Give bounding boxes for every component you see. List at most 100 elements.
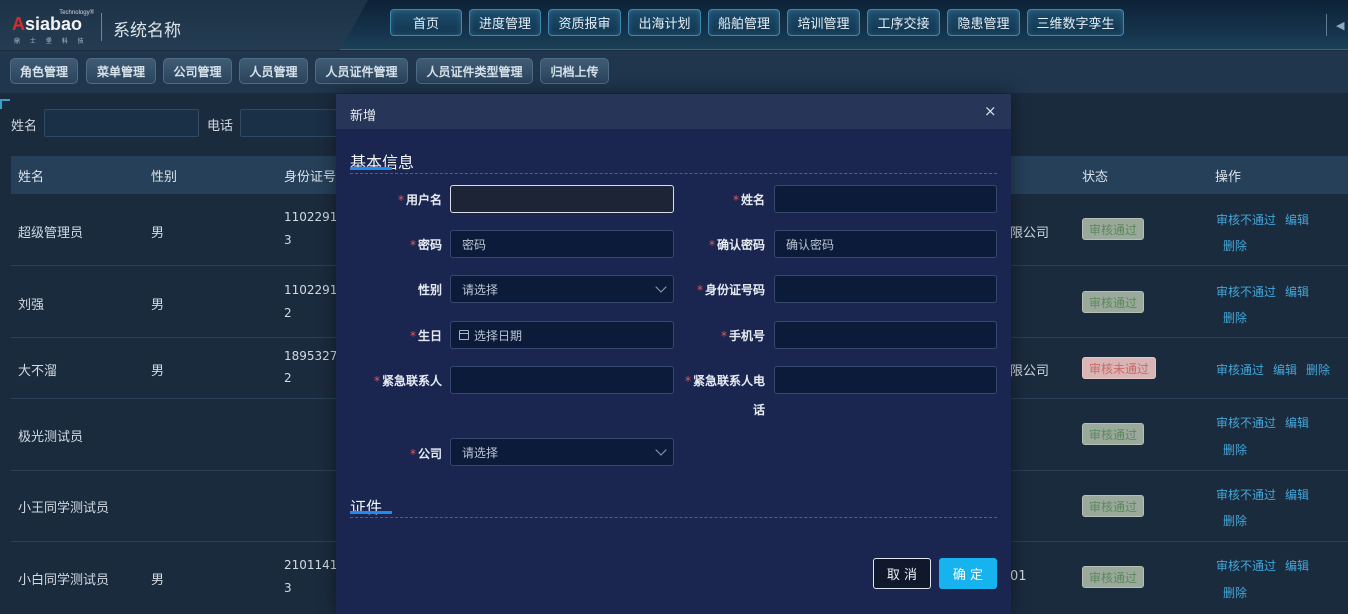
row-company: 限公司 — [1010, 226, 1050, 241]
emergency-phone-input[interactable] — [774, 366, 997, 394]
nav-hazard[interactable]: 隐患管理 — [947, 9, 1020, 36]
section-underline — [350, 167, 392, 170]
delete-link[interactable]: 删除 — [1223, 441, 1247, 458]
approve-link[interactable]: 审核通过 — [1216, 361, 1264, 378]
edit-link[interactable]: 编辑 — [1285, 211, 1309, 228]
row-idcard-2: 2 — [284, 306, 292, 320]
row-gender: 男 — [151, 364, 165, 379]
gender-label: 性别 — [417, 283, 442, 297]
status-badge: 审核未通过 — [1082, 357, 1157, 379]
status-badge: 审核通过 — [1082, 291, 1145, 313]
row-idcard-2: 2 — [284, 371, 292, 385]
tab-menus[interactable]: 菜单管理 — [86, 58, 156, 84]
section-underline — [350, 511, 392, 514]
nav-home[interactable]: 首页 — [390, 9, 462, 36]
edit-link[interactable]: 编辑 — [1285, 414, 1309, 431]
tab-personnel-certs[interactable]: 人员证件管理 — [315, 58, 408, 84]
password-input[interactable]: 密码 — [450, 230, 674, 258]
dialog-title: 新增 — [350, 109, 377, 124]
reject-link[interactable]: 审核不通过 — [1216, 283, 1276, 300]
phone-label: * 手机号 — [720, 329, 765, 343]
section-divider — [350, 173, 997, 174]
filter-name-input[interactable] — [44, 109, 199, 137]
emergency-phone-label-2: 话 — [752, 403, 765, 417]
row-name: 小王同学测试员 — [18, 501, 110, 516]
col-name: 姓名 — [18, 170, 45, 185]
nav-progress[interactable]: 进度管理 — [469, 9, 541, 36]
row-gender: 男 — [151, 573, 165, 588]
section-certificates: 证件 — [350, 498, 383, 517]
nav-sea-plan[interactable]: 出海计划 — [628, 9, 701, 36]
idcard-label: * 身份证号码 — [696, 283, 765, 297]
row-idcard-2: 3 — [284, 233, 292, 247]
system-name: 系统名称 — [113, 21, 181, 41]
tab-companies[interactable]: 公司管理 — [163, 58, 232, 84]
delete-link[interactable]: 删除 — [1306, 361, 1330, 378]
delete-link[interactable]: 删除 — [1223, 237, 1247, 254]
row-name: 极光测试员 — [18, 430, 84, 445]
header-divider — [1326, 14, 1327, 36]
row-gender: 男 — [151, 226, 165, 241]
tab-cert-types[interactable]: 人员证件类型管理 — [416, 58, 533, 84]
phone-input[interactable] — [774, 321, 997, 349]
tab-personnel[interactable]: 人员管理 — [239, 58, 308, 84]
close-icon[interactable]: × — [984, 102, 997, 120]
confirm-button[interactable]: 确 定 — [939, 558, 997, 589]
idcard-input[interactable] — [774, 275, 997, 303]
birthday-datepicker[interactable]: 选择日期 — [450, 321, 674, 349]
reject-link[interactable]: 审核不通过 — [1216, 486, 1276, 503]
nav-ship[interactable]: 船舶管理 — [708, 9, 780, 36]
corner-decoration — [0, 99, 10, 109]
edit-link[interactable]: 编辑 — [1285, 486, 1309, 503]
col-idcard: 身份证号 — [284, 170, 337, 185]
gender-select[interactable]: 请选择 — [450, 275, 674, 303]
user-menu-icon[interactable]: ◀ — [1336, 19, 1348, 32]
row-name: 大不溜 — [18, 364, 58, 379]
delete-link[interactable]: 删除 — [1223, 512, 1247, 529]
sub-tab-bar: 角色管理 菜单管理 公司管理 人员管理 人员证件管理 人员证件类型管理 归档上传 — [0, 51, 1348, 93]
emergency-phone-label: * 紧急联系人电 — [684, 374, 765, 388]
username-label: * 用户名 — [397, 193, 442, 207]
status-badge: 审核通过 — [1082, 566, 1145, 588]
filter-phone-input[interactable] — [240, 109, 340, 137]
tab-roles[interactable]: 角色管理 — [10, 58, 78, 84]
confirm-password-input[interactable]: 确认密码 — [774, 230, 997, 258]
nav-digital-twin[interactable]: 三维数字孪生 — [1027, 9, 1124, 36]
row-gender: 男 — [151, 298, 165, 313]
top-header: Asiabao Technology® 鼎 士 堡 科 技 系统名称 首页 进度… — [0, 0, 1348, 50]
reject-link[interactable]: 审核不通过 — [1216, 211, 1276, 228]
nav-training[interactable]: 培训管理 — [787, 9, 860, 36]
row-company: 限公司 — [1010, 364, 1050, 379]
company-select[interactable]: 请选择 — [450, 438, 674, 466]
row-company: 01 — [1010, 569, 1027, 584]
name-input[interactable] — [774, 185, 997, 213]
company-logo: Asiabao Technology® 鼎 士 堡 科 技 — [12, 10, 94, 45]
filter-phone-label: 电话 — [207, 119, 234, 134]
filter-name-label: 姓名 — [11, 119, 38, 134]
dialog-header: 新增 × — [336, 94, 1011, 129]
delete-link[interactable]: 删除 — [1223, 584, 1247, 601]
username-input[interactable] — [450, 185, 674, 213]
edit-link[interactable]: 编辑 — [1273, 361, 1297, 378]
tab-archive-upload[interactable]: 归档上传 — [540, 58, 609, 84]
chevron-down-icon — [655, 281, 667, 293]
nav-handover[interactable]: 工序交接 — [867, 9, 940, 36]
birthday-label: * 生日 — [409, 329, 442, 343]
edit-link[interactable]: 编辑 — [1285, 283, 1309, 300]
reject-link[interactable]: 审核不通过 — [1216, 414, 1276, 431]
nav-qualification[interactable]: 资质报审 — [548, 9, 621, 36]
calendar-icon — [459, 330, 469, 340]
row-name: 刘强 — [18, 298, 45, 313]
col-gender: 性别 — [151, 170, 178, 185]
chevron-down-icon — [655, 444, 667, 456]
row-name: 小白同学测试员 — [18, 573, 110, 588]
edit-link[interactable]: 编辑 — [1285, 557, 1309, 574]
delete-link[interactable]: 删除 — [1223, 309, 1247, 326]
section-divider — [350, 517, 997, 518]
status-badge: 审核通过 — [1082, 423, 1145, 445]
status-badge: 审核通过 — [1082, 495, 1145, 517]
reject-link[interactable]: 审核不通过 — [1216, 557, 1276, 574]
emergency-contact-input[interactable] — [450, 366, 674, 394]
confirm-password-label: * 确认密码 — [708, 238, 765, 252]
cancel-button[interactable]: 取 消 — [873, 558, 931, 589]
